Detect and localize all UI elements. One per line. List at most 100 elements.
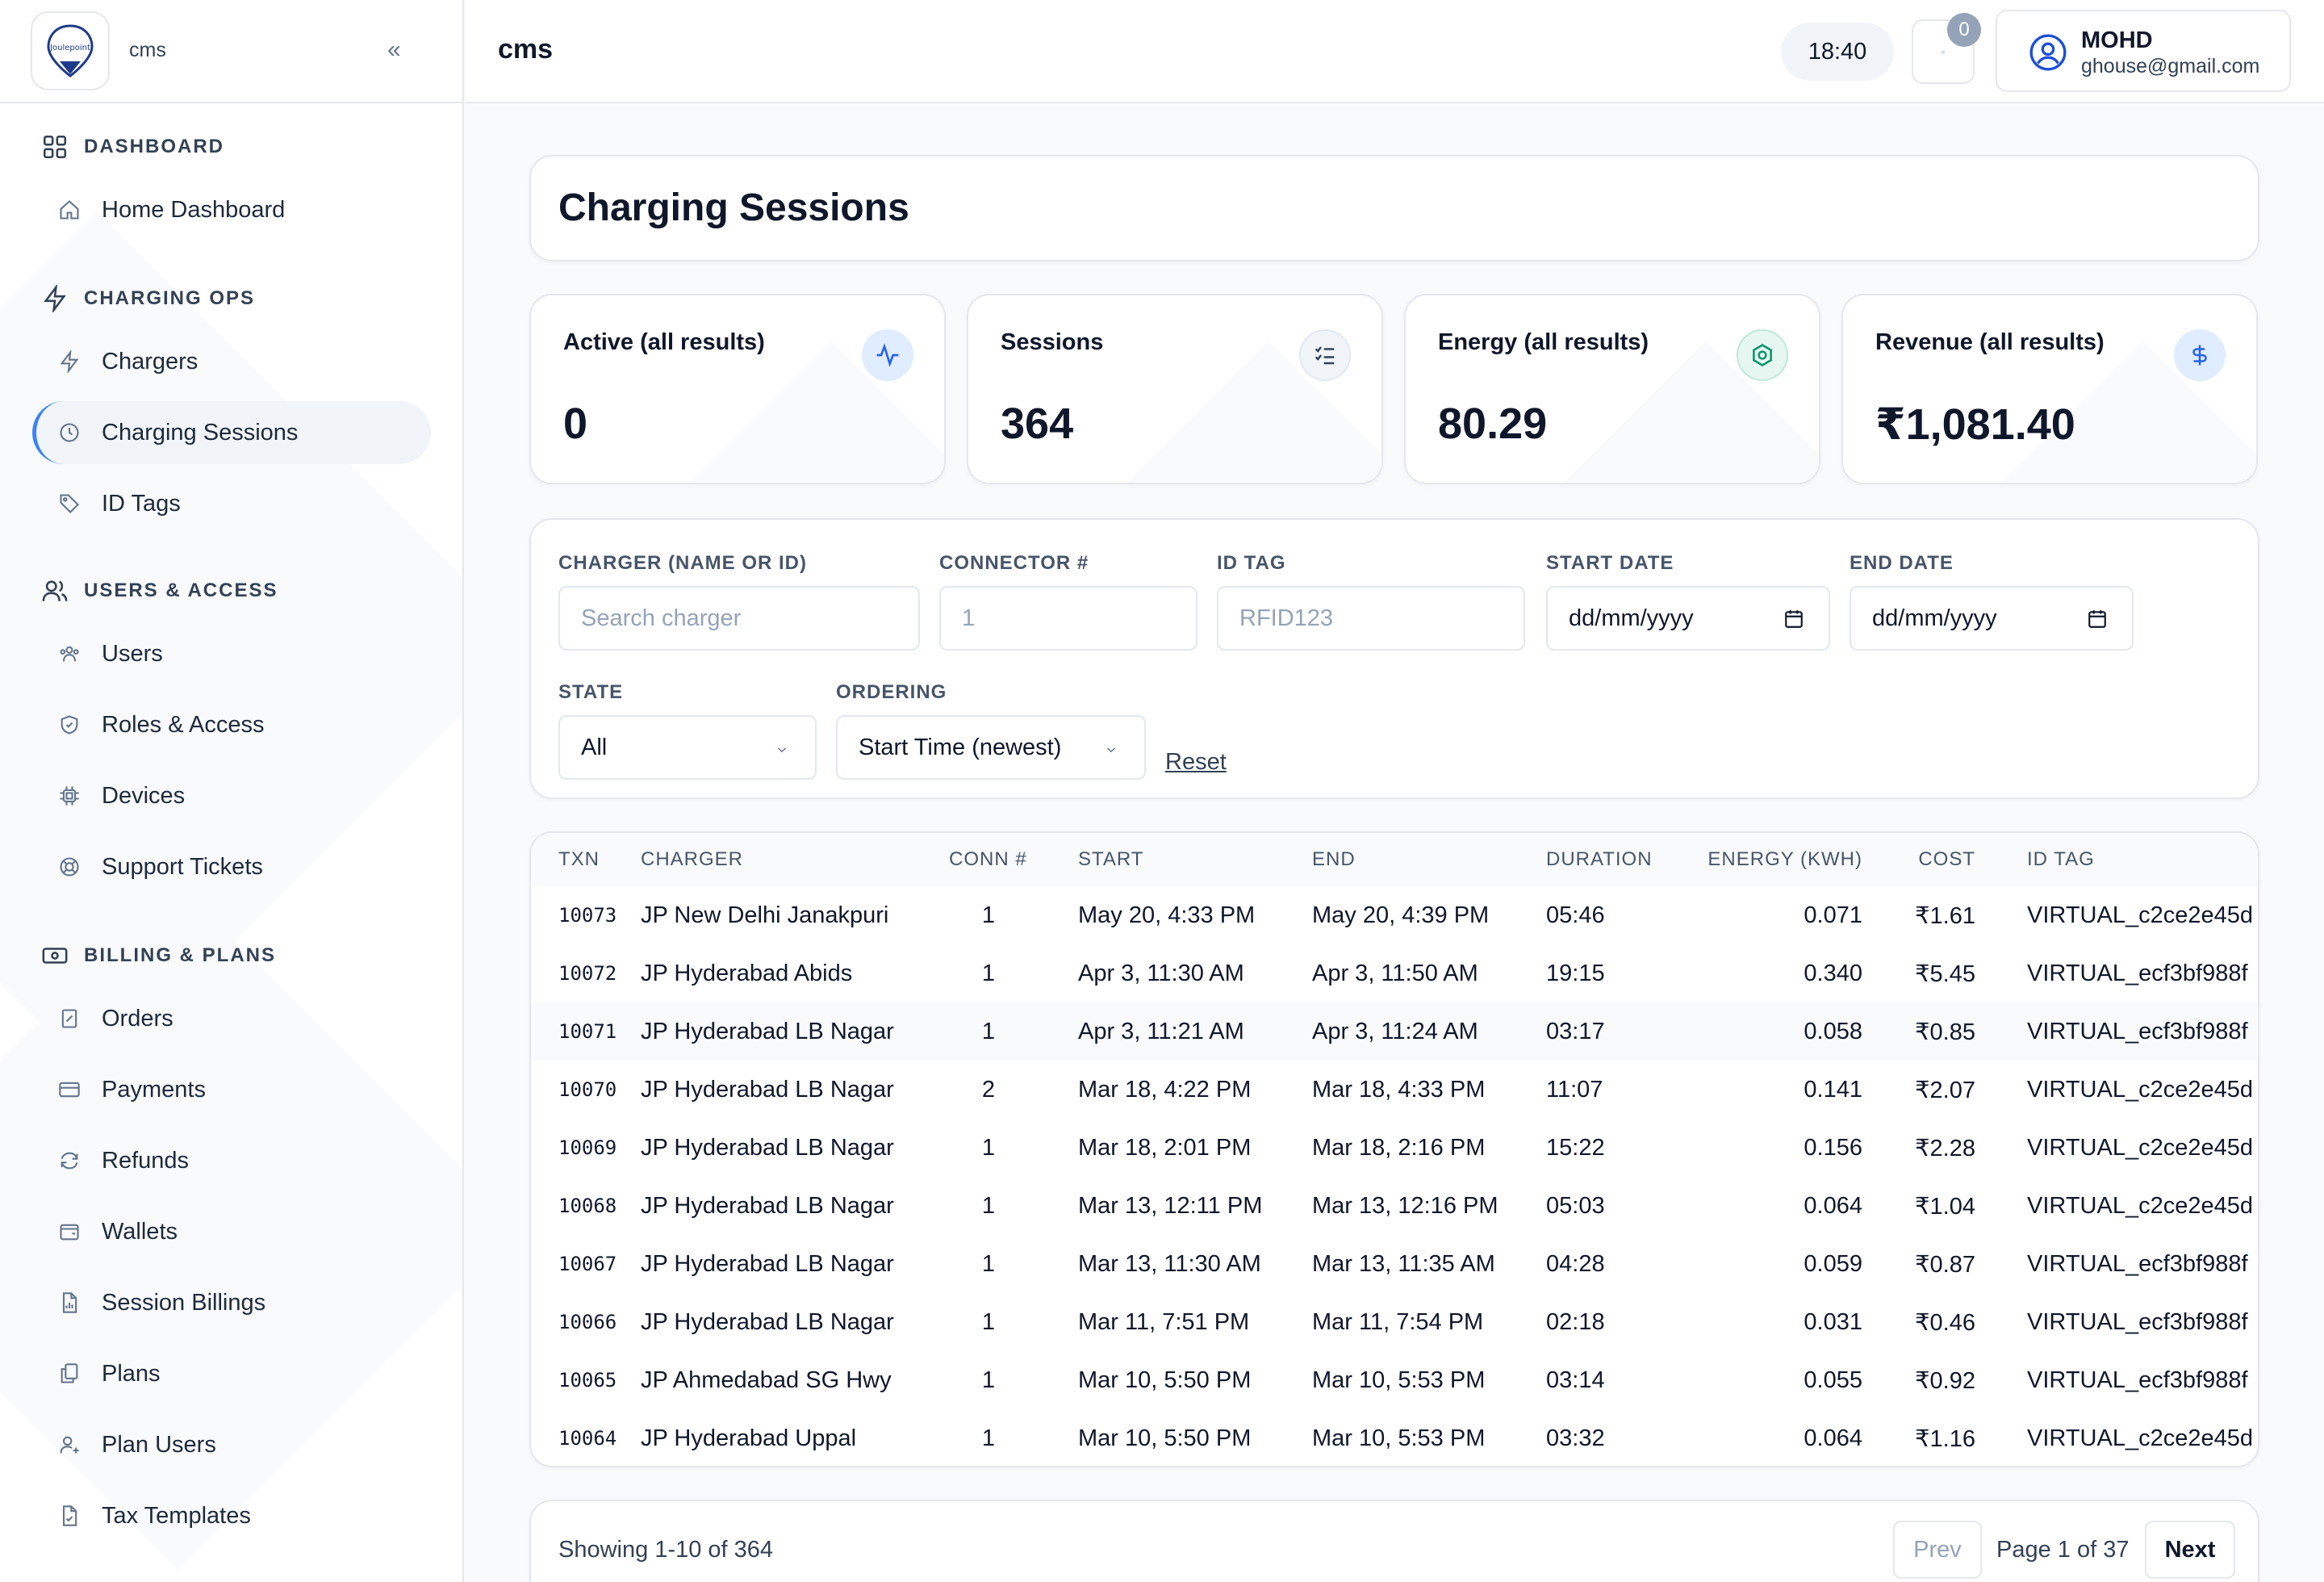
sidebar-item-tax-templates[interactable]: Tax Templates	[32, 1484, 431, 1547]
next-page-button[interactable]: Next	[2145, 1521, 2235, 1579]
cell-duration: 11:07	[1546, 1076, 1603, 1103]
cell-connector: 1	[981, 1250, 996, 1277]
cell-start: Mar 13, 12:11 PM	[1078, 1192, 1263, 1219]
notification-bell-icon: ◦	[1941, 45, 1946, 58]
cell-idtag: VIRTUAL_c2ce2e45d	[2027, 1076, 2253, 1103]
table-row[interactable]: 10070 JP Hyderabad LB Nagar 2 Mar 18, 4:22 …	[531, 1061, 2258, 1119]
user-menu[interactable]: MOHD ghouse@gmail.com	[1996, 10, 2291, 92]
table-row[interactable]: 10065 JP Ahmedabad SG Hwy 1 Mar 10, 5:50 PM…	[531, 1351, 2258, 1409]
stat-label: Active (all results)	[563, 329, 765, 355]
table-row[interactable]: 10073 JP New Delhi Janakpuri 1 May 20, 4:33…	[531, 886, 2258, 944]
sidebar-item-payments[interactable]: Payments	[32, 1058, 431, 1121]
sidebar-item-support-tickets[interactable]: Support Tickets	[32, 835, 431, 898]
connector-input[interactable]: 1	[939, 586, 1198, 651]
user-name: MOHD	[2081, 27, 2153, 53]
cell-charger: JP Hyderabad Abids	[641, 960, 853, 986]
collapse-sidebar-icon[interactable]: «	[387, 36, 401, 65]
sidebar-item-label: Plan Users	[102, 1431, 216, 1458]
sidebar-item-charging-sessions[interactable]: Charging Sessions	[32, 401, 431, 464]
sidebar-item-chargers[interactable]: Chargers	[32, 330, 431, 393]
cell-start: Apr 3, 11:30 AM	[1078, 960, 1244, 986]
ordering-select[interactable]: Start Time (newest)	[836, 715, 1146, 780]
table-row[interactable]: 10072 JP Hyderabad Abids 1 Apr 3, 11:30 AM A…	[531, 944, 2258, 1002]
calendar-icon[interactable]	[1783, 609, 1804, 630]
sidebar-item-label: Tax Templates	[102, 1502, 251, 1529]
sidebar-item-session-billings[interactable]: Session Billings	[32, 1271, 431, 1334]
brand-name: cms	[129, 39, 166, 61]
cell-charger: JP New Delhi Janakpuri	[641, 902, 889, 928]
cell-duration: 05:46	[1546, 902, 1605, 928]
section-label: CHARGING OPS	[84, 287, 256, 309]
column-header-start[interactable]: START	[1078, 833, 1312, 886]
cell-connector: 1	[981, 902, 996, 928]
cell-start: Mar 13, 11:30 AM	[1078, 1250, 1261, 1277]
idtag-filter-label: ID TAG	[1217, 552, 1286, 574]
table-row[interactable]: 10069 JP Hyderabad LB Nagar 1 Mar 18, 2:01 …	[531, 1119, 2258, 1177]
cell-idtag: VIRTUAL_ecf3bf988f	[2027, 960, 2248, 986]
sidebar-item-id-tags[interactable]: ID Tags	[32, 472, 431, 535]
cell-charger: JP Ahmedabad SG Hwy	[641, 1366, 892, 1393]
sidebar-item-roles-access[interactable]: Roles & Access	[32, 693, 431, 756]
column-header-txn[interactable]: TXN	[531, 833, 641, 886]
cell-charger: JP Hyderabad LB Nagar	[641, 1002, 949, 1061]
sidebar-item-home-dashboard[interactable]: Home Dashboard	[32, 178, 431, 241]
charger-search-input[interactable]: Search charger	[558, 586, 920, 651]
cell-txn: 10067	[558, 1253, 617, 1275]
table-row[interactable]: 10064 JP Hyderabad Uppal 1 Mar 10, 5:50 PM M…	[531, 1409, 2258, 1466]
column-header-cost[interactable]: COST	[1862, 833, 1975, 886]
sidebar-item-plan-users[interactable]: Plan Users	[32, 1413, 431, 1476]
wallet-icon	[56, 1219, 82, 1245]
table-row[interactable]: 10068 JP Hyderabad LB Nagar 1 Mar 13, 12:11…	[531, 1177, 2258, 1235]
cell-charger: JP Hyderabad LB Nagar	[641, 1192, 894, 1219]
calendar-icon[interactable]	[2087, 609, 2108, 630]
column-header-charger[interactable]: CHARGER	[641, 833, 949, 886]
stat-label: Sessions	[1001, 329, 1104, 355]
sidebar-item-wallets[interactable]: Wallets	[32, 1200, 431, 1263]
stat-card-sessions: Sessions 364	[967, 294, 1383, 484]
user-plus-icon	[56, 1432, 82, 1458]
start-date-input[interactable]: dd/mm/yyyy	[1546, 586, 1830, 651]
cell-idtag: VIRTUAL_ecf3bf988f	[1975, 1002, 2258, 1061]
shield-icon	[56, 712, 82, 738]
state-select[interactable]: All	[558, 715, 817, 780]
table-row[interactable]: 10071 JP Hyderabad LB Nagar 1 Apr 3, 11:21 …	[531, 1002, 2258, 1061]
idtag-input[interactable]: RFID123	[1217, 586, 1525, 651]
cell-duration: 04:28	[1546, 1250, 1605, 1277]
column-header-duration[interactable]: DURATION	[1546, 833, 1683, 886]
stat-label: Energy (all results)	[1438, 329, 1649, 355]
cell-idtag: VIRTUAL_c2ce2e45d	[2027, 902, 2253, 928]
prev-page-button[interactable]: Prev	[1893, 1521, 1982, 1579]
end-date-input[interactable]: dd/mm/yyyy	[1850, 586, 2134, 651]
cell-end: Apr 3, 11:50 AM	[1312, 960, 1478, 986]
sidebar: Joulepoint cms « DASHBOARD Home Dashboar…	[0, 0, 464, 1582]
sidebar-item-label: Chargers	[102, 348, 199, 375]
table-row[interactable]: 10066 JP Hyderabad LB Nagar 1 Mar 11, 7:51 …	[531, 1293, 2258, 1351]
sidebar-item-users[interactable]: Users	[32, 622, 431, 685]
cell-energy: 0.064	[1804, 1192, 1862, 1219]
reset-filters-link[interactable]: Reset	[1165, 749, 1227, 776]
cell-energy: 0.156	[1804, 1134, 1862, 1161]
start-date-label: START DATE	[1546, 552, 1674, 574]
page-title-card: Charging Sessions	[529, 155, 2259, 262]
brand-logo[interactable]: Joulepoint	[31, 11, 110, 90]
cell-txn: 10065	[558, 1369, 617, 1392]
sidebar-item-devices[interactable]: Devices	[32, 764, 431, 827]
column-header-energy[interactable]: ENERGY (KWH)	[1683, 833, 1862, 886]
column-header-idtag[interactable]: ID TAG	[1975, 833, 2258, 886]
cell-start: Mar 11, 7:51 PM	[1078, 1308, 1250, 1335]
cell-idtag: VIRTUAL_c2ce2e45d	[2027, 1134, 2253, 1161]
column-header-connector[interactable]: CONN #	[949, 833, 1078, 886]
column-header-end[interactable]: END	[1312, 833, 1546, 886]
sidebar-item-refunds[interactable]: Refunds	[32, 1129, 431, 1192]
sidebar-item-orders[interactable]: Orders	[32, 987, 431, 1050]
lifebuoy-icon	[56, 854, 82, 880]
stat-value: 0	[563, 400, 588, 448]
sidebar-item-plans[interactable]: Plans	[32, 1342, 431, 1405]
clock-display: 18:40	[1781, 23, 1894, 81]
table-row[interactable]: 10067 JP Hyderabad LB Nagar 1 Mar 13, 11:30…	[531, 1235, 2258, 1293]
stat-value: 364	[1001, 400, 1074, 448]
cell-connector: 1	[949, 1002, 1078, 1061]
cell-end: Mar 13, 11:35 AM	[1312, 1250, 1495, 1277]
cell-start: Mar 18, 2:01 PM	[1078, 1134, 1252, 1161]
cell-connector: 1	[981, 1134, 996, 1161]
